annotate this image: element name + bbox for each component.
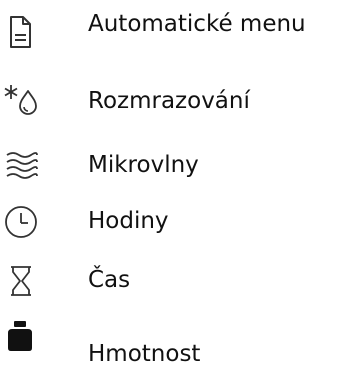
weight-icon: [3, 318, 37, 354]
defrost-icon: [3, 82, 37, 118]
function-menu: Automatické menu Rozmrazování Mikrovlny …: [0, 0, 350, 369]
menu-item-label: Mikrovlny: [88, 152, 199, 178]
microwave-waves-icon: [3, 147, 38, 183]
menu-item-label: Automatické menu: [88, 11, 306, 37]
clock-icon: [3, 204, 37, 240]
menu-item-clock[interactable]: Hodiny: [0, 198, 350, 248]
menu-item-automatic-menu[interactable]: Automatické menu: [0, 0, 350, 50]
menu-item-time[interactable]: Čas: [0, 257, 350, 307]
menu-item-label: Rozmrazování: [88, 88, 250, 114]
menu-item-label: Hmotnost: [88, 341, 201, 367]
menu-item-label: Hodiny: [88, 208, 169, 234]
menu-item-weight[interactable]: Hmotnost: [0, 321, 350, 375]
menu-item-defrost[interactable]: Rozmrazování: [0, 78, 350, 128]
menu-item-label: Čas: [88, 267, 131, 293]
document-icon: [3, 14, 37, 50]
hourglass-icon: [3, 263, 37, 299]
menu-item-microwave[interactable]: Mikrovlny: [0, 142, 350, 192]
